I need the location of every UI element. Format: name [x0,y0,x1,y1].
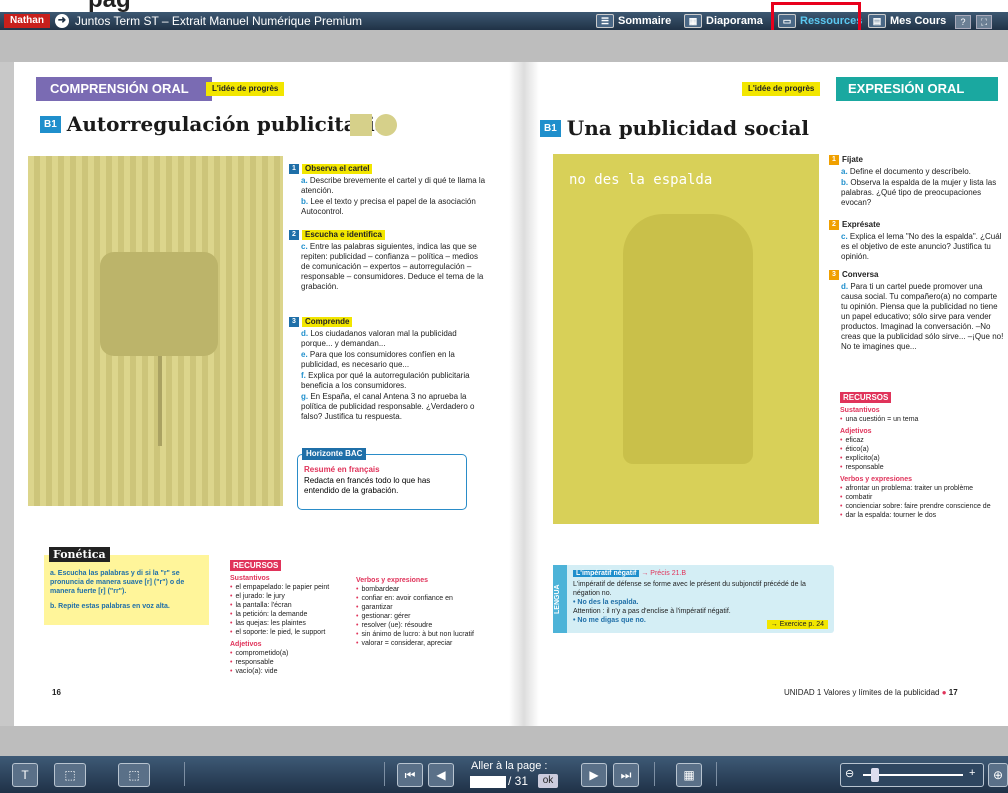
tv-stand [158,356,162,446]
separator [184,762,185,786]
app-title: Juntos Term ST – Extrait Manuel Numériqu… [75,14,362,28]
fonetica-box: Fonética a. Escucha las palabras y di si… [44,547,209,625]
grid-icon: ▦ [684,14,702,28]
lengua-box: LENGUA L'impératif négatif → Précis 21.B… [553,565,834,633]
section-comprension: COMPRENSIÓN ORAL [36,77,212,101]
exercise-link[interactable]: → Exercice p. 24 [766,620,828,629]
tv-icon [100,252,218,356]
goto-label: Aller à la page : [471,760,548,772]
magnifier-icon[interactable]: ⊕ [988,763,1008,787]
separator [716,762,717,786]
woman-back-figure [623,214,753,464]
next-page-icon[interactable]: ▶ [581,763,607,787]
first-page-icon[interactable]: ⏮ [397,763,423,787]
zoom-in-icon[interactable]: + [969,767,975,779]
sommaire-button[interactable]: ☰ Sommaire [596,14,671,28]
page-number-input[interactable] [470,776,506,788]
right-page-title: B1 Una publicidad social [540,116,809,140]
navigation-bar: T ⬚ ⬚ ⏮ ◀ Aller à la page : / 31 ok ▶ ⏭ … [0,756,1008,793]
right-exercise-block-3: 3 Conversa d. Para ti un cartel puede pro… [829,270,1004,353]
b1-badge: B1 [40,116,61,133]
back-arrow-icon[interactable]: ➜ [55,14,69,28]
b1-badge-right: B1 [540,120,561,137]
separator [384,762,385,786]
right-footer: UNIDAD 1 Valores y límites de la publici… [784,688,958,697]
left-exercise-block-1: 1 Observa el cartel a. Describe brevement… [289,164,489,218]
left-exercise-block-2: 2 Escucha e identifica c. Entre las palab… [289,230,489,293]
right-page-number: 17 [948,688,958,697]
right-theme-tag: L'idée de progrès [742,82,821,96]
cd-icon[interactable] [375,114,397,136]
zoom-slider[interactable]: ⊖ + [840,763,984,787]
book-spread: COMPRENSIÓN ORAL L'idée de progrès B1 Aut… [14,62,1008,726]
zoom-out-icon[interactable]: ⊖ [845,767,854,780]
page-total: / 31 [508,774,529,788]
last-page-icon[interactable]: ⏭ [613,763,639,787]
zoom-thumb[interactable] [871,768,879,782]
section-expresion: EXPRESIÓN ORAL [836,77,998,101]
notebook-icon: ▤ [868,14,886,28]
nathan-logo: Nathan [4,14,50,28]
diaporama-button[interactable]: ▦ Diaporama [684,14,763,28]
viewer-background [0,30,1008,62]
help-button[interactable]: ? [955,15,971,29]
previous-page-icon[interactable]: ◀ [428,763,454,787]
right-exercise-block-1: 1 Fíjate a. Define el documento y descríb… [829,155,1004,209]
ok-button[interactable]: ok [538,774,558,788]
grid-view-icon[interactable]: ▦ [676,763,702,787]
left-theme-tag: L'idée de progrès [206,82,285,96]
campaign-poster-image[interactable]: no des la espalda [553,154,819,524]
mes-cours-button[interactable]: ▤ Mes Cours [868,14,946,28]
left-recursos-col-1: RECURSOS Sustantivos • el empapelado: le … [230,560,330,675]
left-exercise-block-3: 3 Comprende d. Los ciudadanos valoran mal… [289,317,489,423]
fullscreen-icon[interactable]: ⛶ [976,15,992,29]
text-tool-icon[interactable]: T [12,763,38,787]
list-icon: ☰ [596,14,614,28]
horizonte-bac-box: Horizonte BAC Resumé en français Redacta… [297,448,467,510]
separator [654,762,655,786]
audio-icon[interactable] [350,114,372,136]
left-recursos-col-2: Verbos y expresiones • bombardear • confia… [356,577,474,647]
left-page-number: 16 [52,688,61,697]
poster-image[interactable] [28,156,283,506]
zone-select-icon[interactable]: ⬚ [118,763,150,787]
right-exercise-block-2: 2 Exprésate c. Explica el lema "No des la… [829,220,1004,263]
left-page-title: B1 Autorregulación publicitaria [40,112,388,136]
right-recursos: RECURSOS Sustantivos • una cuestión = un … [840,392,991,519]
zoom-select-icon[interactable]: ⬚ [54,763,86,787]
book-gutter [509,62,539,726]
